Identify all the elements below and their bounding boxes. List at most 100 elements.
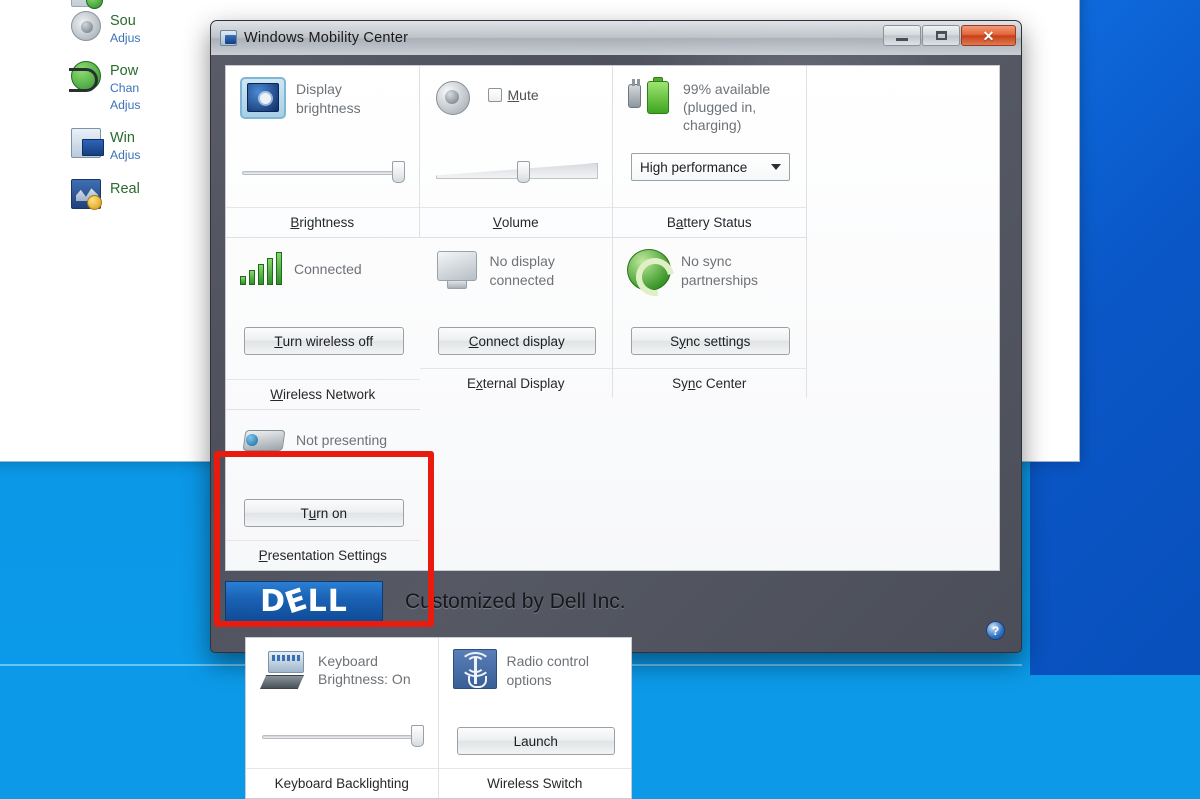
- minimize-icon: [896, 38, 908, 41]
- volume-slider-thumb[interactable]: [517, 161, 530, 183]
- close-icon: ✕: [983, 29, 995, 43]
- keyboard-slider-track[interactable]: [262, 735, 424, 739]
- control-panel-item-mobility-title[interactable]: Win: [110, 129, 141, 147]
- mobility-center-icon: [220, 30, 237, 46]
- control-panel-item-power-sub-0[interactable]: Chan: [110, 80, 141, 97]
- media-devices-icon: [71, 0, 101, 7]
- mute-row[interactable]: Mute: [488, 77, 539, 143]
- control-panel-item-sound-title[interactable]: Sou: [110, 12, 141, 30]
- power-plan-value: High performance: [640, 160, 771, 175]
- dell-logo-text: DELL: [260, 587, 348, 617]
- tile-footer-presentation[interactable]: Presentation Settings: [226, 540, 420, 570]
- tile-wireless-switch[interactable]: Radio control options Launch Wireless Sw…: [439, 638, 632, 798]
- monitor-icon: [434, 249, 480, 291]
- tile-display-brightness[interactable]: Display brightness Brightness: [226, 66, 420, 238]
- tile-header: Keyboard Brightness: On: [260, 649, 426, 715]
- tile-header: No display connected: [434, 249, 601, 315]
- turn-wireless-off-button[interactable]: Turn wireless off: [244, 327, 404, 355]
- tile-header: No sync partnerships: [627, 249, 794, 315]
- sync-status: No sync partnerships: [681, 249, 794, 315]
- presentation-status: Not presenting: [296, 421, 387, 487]
- tile-sync-center[interactable]: No sync partnerships Sync settings Sync …: [613, 238, 807, 398]
- tile-header: Radio control options: [453, 649, 620, 715]
- volume-slider[interactable]: [436, 161, 599, 185]
- windows-mobility-center-window[interactable]: Windows Mobility Center ✕ Display bright…: [210, 20, 1022, 653]
- radio-tower-icon: [453, 649, 497, 689]
- close-button[interactable]: ✕: [961, 25, 1016, 46]
- sidebar-item-2[interactable]: on: [0, 29, 61, 59]
- dell-caption: Customized by Dell Inc.: [405, 590, 626, 614]
- mute-checkbox[interactable]: [488, 88, 502, 102]
- tile-footer-keyboard-backlighting[interactable]: Keyboard Backlighting: [246, 768, 438, 798]
- sidebar-item-4[interactable]: ns: [0, 89, 61, 119]
- control-panel-item-sound-sub-0[interactable]: Adjus: [110, 30, 141, 47]
- dell-logo-ll: LL: [308, 584, 348, 619]
- power-plan-combobox[interactable]: High performance: [631, 153, 790, 181]
- external-display-status: No display connected: [490, 249, 601, 315]
- tile-footer-brightness[interactable]: Brightness: [226, 207, 419, 237]
- minimize-button[interactable]: [883, 25, 921, 46]
- chevron-down-icon[interactable]: [771, 164, 781, 170]
- control-panel-item-mobility-sub-0[interactable]: Adjus: [110, 147, 141, 164]
- keyboard-backlight-icon: [260, 649, 308, 691]
- mobility-center-icon: [71, 128, 101, 158]
- title-bar[interactable]: Windows Mobility Center ✕: [211, 21, 1021, 55]
- keyboard-brightness-slider[interactable]: [262, 725, 424, 749]
- sidebar-item-3[interactable]: egion: [0, 59, 61, 89]
- tile-external-display[interactable]: No display connected Connect display Ext…: [420, 238, 614, 398]
- turn-on-presentation-button[interactable]: Turn on: [244, 499, 404, 527]
- tiles-container: Display brightness Brightness Mute: [211, 55, 1021, 571]
- tile-wireless-network[interactable]: Connected Turn wireless off Wireless Net…: [226, 238, 420, 410]
- tile-footer-sync-center[interactable]: Sync Center: [613, 368, 806, 398]
- oem-tiles-container: Keyboard Brightness: On Keyboard Backlig…: [225, 637, 1011, 799]
- tile-grid-main: Display brightness Brightness Mute: [225, 65, 1000, 571]
- brightness-slider-thumb[interactable]: [392, 161, 405, 183]
- launch-button[interactable]: Launch: [457, 727, 616, 755]
- tile-battery-status[interactable]: 99% available (plugged in, charging) Hig…: [613, 66, 807, 238]
- wifi-signal-icon: [240, 249, 284, 289]
- window-controls[interactable]: ✕: [883, 25, 1016, 46]
- projector-icon: [240, 421, 286, 459]
- speaker-icon: [434, 77, 478, 117]
- maximize-button[interactable]: [922, 25, 960, 46]
- tile-presentation-settings[interactable]: Not presenting Turn on Presentation Sett…: [226, 410, 420, 570]
- radio-control-status: Radio control options: [507, 649, 620, 715]
- tile-header: Not presenting: [240, 421, 408, 487]
- sync-settings-button[interactable]: Sync settings: [631, 327, 790, 355]
- display-brightness-icon: [240, 77, 286, 119]
- keyboard-slider-thumb[interactable]: [411, 725, 424, 747]
- wireless-status: Connected: [294, 249, 362, 315]
- tile-footer-volume[interactable]: Volume: [420, 207, 613, 237]
- control-panel-item-power-sub-1[interactable]: Adjus: [110, 97, 141, 114]
- tile-grid-oem: Keyboard Brightness: On Keyboard Backlig…: [245, 637, 632, 799]
- control-panel-sidebar[interactable]: ts and on egion ns: [0, 0, 61, 461]
- realtek-icon: [71, 179, 101, 209]
- tile-header: 99% available (plugged in, charging): [627, 77, 794, 143]
- tile-header: Mute: [434, 77, 601, 143]
- battery-status-text: 99% available (plugged in, charging): [683, 77, 794, 143]
- tile-footer-wireless[interactable]: Wireless Network: [226, 379, 420, 409]
- window-title: Windows Mobility Center: [244, 30, 408, 46]
- tile-keyboard-backlighting[interactable]: Keyboard Brightness: On Keyboard Backlig…: [246, 638, 439, 798]
- dell-banner: DELL Customized by Dell Inc.: [225, 571, 1011, 633]
- tile-footer-battery[interactable]: Battery Status: [613, 207, 806, 237]
- sync-icon: [627, 249, 671, 291]
- control-panel-item-media[interactable]: [71, 0, 401, 7]
- tile-footer-wireless-switch[interactable]: Wireless Switch: [439, 768, 632, 798]
- tile-volume[interactable]: Mute Volume: [420, 66, 614, 238]
- brightness-slider[interactable]: [242, 161, 405, 185]
- control-panel-item-power-title[interactable]: Pow: [110, 62, 141, 80]
- display-brightness-status: Display brightness: [296, 77, 407, 143]
- sound-icon: [71, 11, 101, 41]
- battery-charging-icon: [627, 77, 673, 119]
- sidebar-item-1[interactable]: and: [0, 0, 61, 29]
- help-button[interactable]: ?: [986, 621, 1005, 640]
- keyboard-brightness-status: Keyboard Brightness: On: [318, 649, 426, 715]
- tile-header: Display brightness: [240, 77, 407, 143]
- dell-logo: DELL: [225, 581, 383, 623]
- connect-display-button[interactable]: Connect display: [438, 327, 597, 355]
- maximize-icon: [936, 31, 947, 40]
- control-panel-item-realtek-title[interactable]: Real: [110, 180, 140, 198]
- brightness-slider-track[interactable]: [242, 171, 405, 175]
- tile-footer-external-display[interactable]: External Display: [420, 368, 613, 398]
